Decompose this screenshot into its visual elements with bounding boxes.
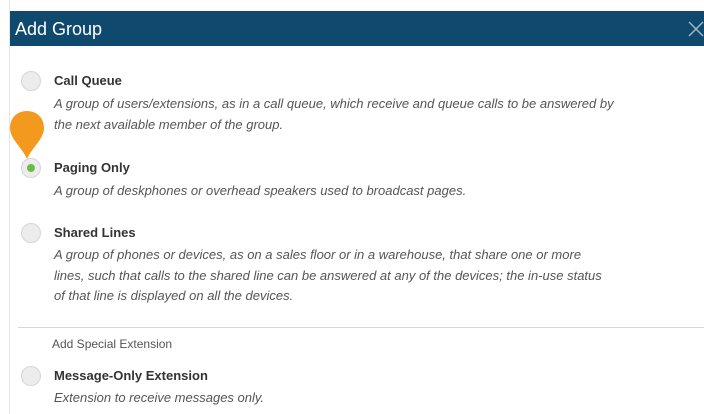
option-description: A group of phones or devices, as on a sa… xyxy=(54,247,602,303)
dialog-title: Add Group xyxy=(15,19,103,39)
special-extension-section-label: Add Special Extension xyxy=(52,337,173,351)
option-description: A group of deskphones or overhead speake… xyxy=(54,183,467,198)
close-icon[interactable] xyxy=(687,20,704,38)
location-pin-icon xyxy=(10,111,44,159)
option-description: Extension to receive messages only. xyxy=(54,390,265,405)
add-group-dialog: Add Group Call Queue A group of users/ex… xyxy=(9,0,704,414)
option-title: Message-Only Extension xyxy=(54,368,208,383)
option-description: A group of users/extensions, as in a cal… xyxy=(54,96,614,132)
call-queue-radio[interactable] xyxy=(21,71,41,91)
message-only-radio[interactable] xyxy=(21,366,41,386)
option-title: Paging Only xyxy=(54,160,130,175)
section-divider xyxy=(18,327,704,328)
dialog-header: Add Group xyxy=(10,11,704,46)
paging-only-radio[interactable] xyxy=(21,158,41,178)
option-title: Shared Lines xyxy=(54,225,136,240)
shared-lines-radio[interactable] xyxy=(21,223,41,243)
option-title: Call Queue xyxy=(54,73,122,88)
